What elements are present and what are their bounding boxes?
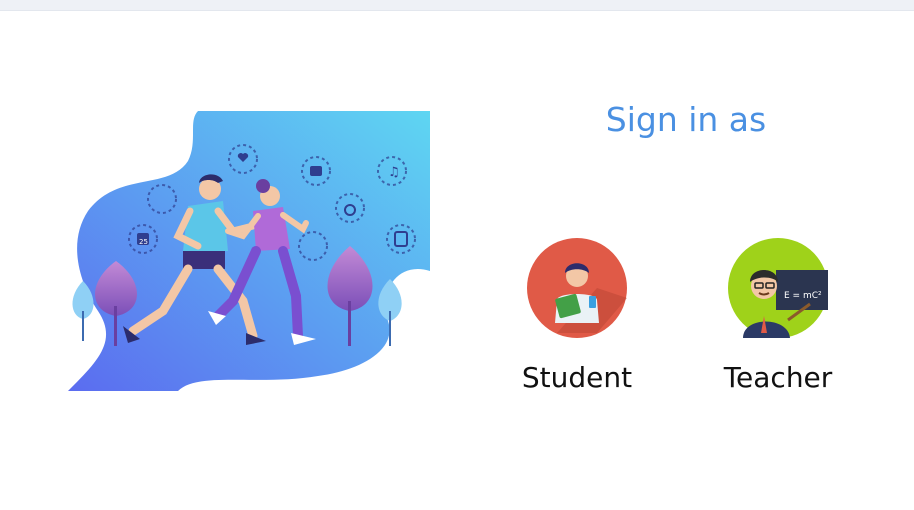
top-strip-text (4, 0, 64, 8)
page-title: Sign in as (605, 100, 767, 139)
runners-illustration: ♫ 25 (68, 111, 430, 391)
svg-text:E = mC²: E = mC² (784, 291, 822, 301)
teacher-label[interactable]: Teacher (698, 364, 858, 392)
student-avatar-icon[interactable] (527, 238, 627, 338)
student-label[interactable]: Student (497, 364, 657, 392)
teacher-avatar-icon[interactable]: E = mC² (728, 238, 828, 338)
browser-top-strip (0, 0, 914, 11)
teacher-role-option[interactable]: E = mC² Teacher (698, 238, 858, 392)
svg-text:25: 25 (139, 238, 148, 246)
student-role-option[interactable]: Student (497, 238, 657, 392)
svg-text:♫: ♫ (388, 165, 400, 180)
